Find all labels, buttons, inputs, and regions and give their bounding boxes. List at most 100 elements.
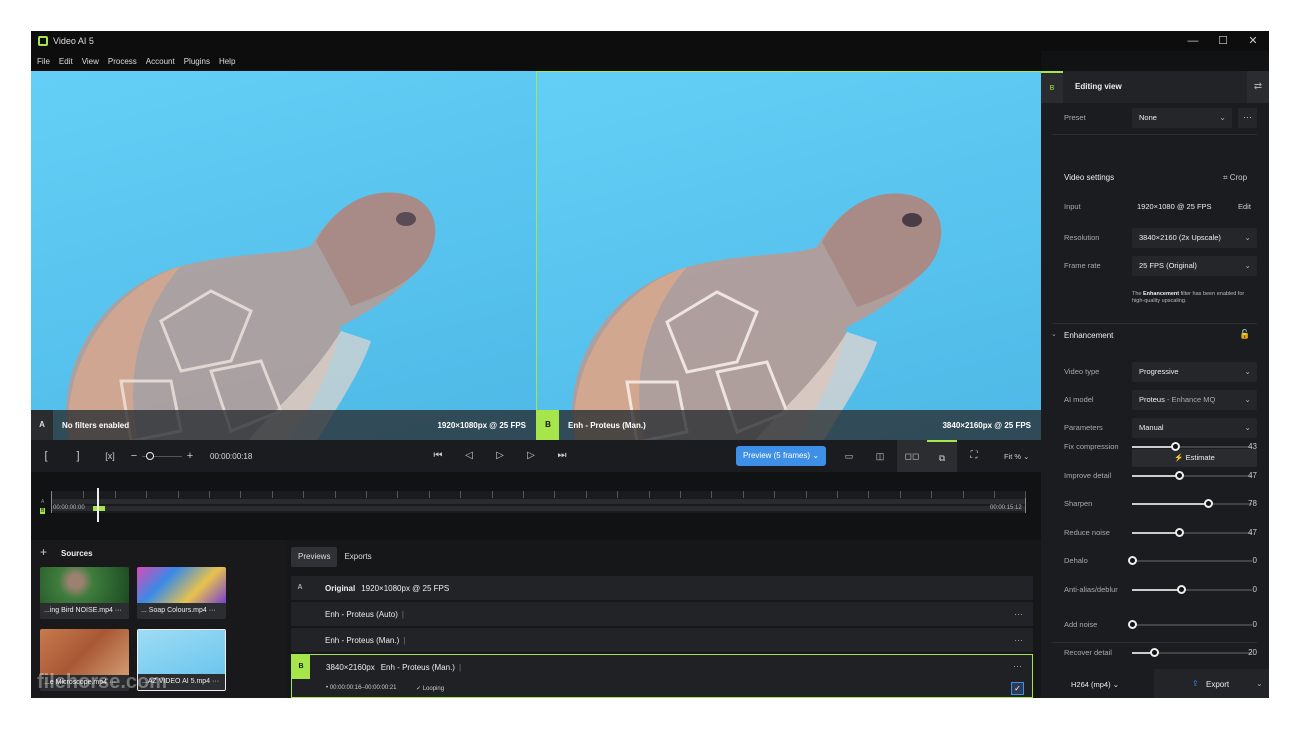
slider-track[interactable] <box>1128 620 1252 629</box>
split-view-icon[interactable]: ◫ <box>871 447 889 465</box>
slider-track[interactable] <box>1132 585 1252 594</box>
zoom-out-button[interactable]: − <box>125 447 143 465</box>
skip-end-icon[interactable]: ⏭ <box>553 447 571 465</box>
menu-account[interactable]: Account <box>146 57 175 66</box>
enhancement-title[interactable]: Enhancement <box>1064 331 1113 340</box>
slider-track[interactable] <box>1132 442 1252 451</box>
fullscreen-icon[interactable]: ⛶ <box>965 447 983 465</box>
preset-more-icon[interactable]: ··· <box>1238 108 1257 128</box>
preset-select[interactable]: None ⌄ <box>1132 108 1232 128</box>
viewer-a-label: No filters enabled <box>62 420 130 430</box>
slider-label: Fix compression <box>1064 442 1119 451</box>
timeline[interactable]: A B 00:00:00:00 00:00:15:12 <box>31 472 1041 540</box>
source-name: ... Soap Colours.mp4 ··· <box>137 603 226 619</box>
mark-out-button[interactable]: ] <box>69 447 87 465</box>
timeline-tick <box>271 491 273 498</box>
title-bar: Video AI 5 — ☐ ✕ <box>31 31 1269 51</box>
collapse-chevron-icon[interactable]: ⌄ <box>1051 330 1057 338</box>
slider-track[interactable] <box>1132 471 1252 480</box>
preset-label: Preset <box>1064 113 1086 122</box>
viewer-pane-b[interactable]: B Enh - Proteus (Man.) 3840×2160px @ 25 … <box>536 71 1041 440</box>
playhead[interactable] <box>96 488 99 522</box>
timeline-tick <box>680 491 681 498</box>
aimodel-select[interactable]: Proteus - Enhance MQ ⌄ <box>1132 390 1257 410</box>
source-thumb-hummingbird[interactable]: ...ing Bird NOISE.mp4 ··· <box>40 567 129 619</box>
preview-row-auto[interactable]: Enh - Proteus (Auto) | ··· <box>291 602 1033 626</box>
input-edit-button[interactable]: Edit <box>1238 202 1251 211</box>
preview-row-manual[interactable]: Enh - Proteus (Man.) | ··· <box>291 628 1033 652</box>
timeline-tick <box>303 491 305 498</box>
thumbnail-image <box>137 567 226 603</box>
menu-plugins[interactable]: Plugins <box>184 57 210 66</box>
menu-process[interactable]: Process <box>108 57 137 66</box>
menu-view[interactable]: View <box>82 57 99 66</box>
tab-exports[interactable]: Exports <box>337 547 378 567</box>
menu-edit[interactable]: Edit <box>59 57 73 66</box>
fit-zoom-select[interactable]: Fit % ⌄ <box>1004 452 1029 461</box>
slider-knob[interactable] <box>1149 648 1159 657</box>
timeline-tick <box>805 491 807 498</box>
swap-icon[interactable]: ⇄ <box>1247 71 1269 103</box>
preview-row-original[interactable]: A Original 1920×1080px @ 25 FPS <box>291 576 1033 600</box>
slider-knob[interactable] <box>1203 499 1213 508</box>
single-view-icon[interactable]: ▭ <box>840 447 858 465</box>
slider-track[interactable] <box>1132 528 1252 537</box>
preview-button[interactable]: Preview (5 frames) ⌄ <box>736 446 826 466</box>
crop-button[interactable]: ⌗ Crop <box>1223 173 1247 183</box>
preview-range-marker[interactable] <box>92 506 105 511</box>
source-thumb-soap[interactable]: ... Soap Colours.mp4 ··· <box>137 567 226 619</box>
slider-track[interactable] <box>1132 499 1252 508</box>
more-icon[interactable]: ··· <box>1013 661 1022 671</box>
maximize-button[interactable]: ☐ <box>1208 31 1238 51</box>
input-label: Input <box>1064 202 1081 211</box>
editing-panel: B Editing view ⇄ Preset None ⌄ ··· Video … <box>1041 71 1269 698</box>
framerate-row: Frame rate 25 FPS (Original) ⌄ <box>1041 254 1269 278</box>
more-icon[interactable]: ··· <box>1014 609 1023 619</box>
resolution-select[interactable]: 3840×2160 (2x Upscale) ⌄ <box>1132 228 1257 248</box>
slider-knob[interactable] <box>1171 442 1181 451</box>
zoom-in-button[interactable]: + <box>181 447 199 465</box>
timeline-end: 00:00:15:12 <box>990 505 1022 511</box>
panel-title: Editing view <box>1075 82 1122 91</box>
zoom-slider[interactable] <box>142 452 182 460</box>
more-icon[interactable]: ··· <box>1014 635 1023 645</box>
menu-file[interactable]: File <box>37 57 50 66</box>
timeline-tick <box>83 491 85 498</box>
looping-label: ✓ Looping <box>416 686 445 692</box>
videotype-select[interactable]: Progressive ⌄ <box>1132 362 1257 382</box>
timeline-track[interactable] <box>51 488 1027 522</box>
clear-marks-button[interactable]: [x] <box>99 447 121 465</box>
minimize-button[interactable]: — <box>1178 31 1208 51</box>
framerate-select[interactable]: 25 FPS (Original) ⌄ <box>1132 256 1257 276</box>
select-checkbox[interactable]: ✓ <box>1011 682 1024 695</box>
prev-frame-icon[interactable]: ◁ <box>460 447 478 465</box>
add-source-button[interactable]: + <box>40 545 47 559</box>
lock-icon[interactable]: 🔓 <box>1239 329 1250 340</box>
tab-previews[interactable]: Previews <box>291 547 338 567</box>
slider-track[interactable] <box>1132 648 1252 657</box>
close-button[interactable]: ✕ <box>1238 31 1268 51</box>
export-options-chevron-icon[interactable]: ⌄ <box>1256 669 1269 698</box>
mark-in-button[interactable]: [ <box>37 447 55 465</box>
slider-knob[interactable] <box>1177 585 1187 594</box>
bottom-panels: + Sources ...ing Bird NOISE.mp4 ··· ... … <box>31 540 1041 698</box>
format-select[interactable]: H264 (mp4) ⌄ <box>1071 680 1119 689</box>
viewer-pane-a[interactable]: A No filters enabled 1920×1080px @ 25 FP… <box>31 71 536 440</box>
compare-view-icon[interactable]: ⧉ <box>927 440 957 472</box>
slider-knob[interactable] <box>1174 471 1184 480</box>
slider-knob[interactable] <box>1128 620 1137 629</box>
export-button[interactable]: ⇪ Export <box>1154 669 1256 698</box>
slider-row: Anti-alias/deblur 0 <box>1041 578 1269 602</box>
menu-help[interactable]: Help <box>219 57 235 66</box>
skip-start-icon[interactable]: ⏮ <box>429 447 447 465</box>
slider-track[interactable] <box>1128 556 1252 565</box>
zoom-slider-knob[interactable] <box>146 452 154 460</box>
preview-row-selected[interactable]: B 3840×2160px Enh - Proteus (Man.) | ···… <box>291 654 1033 698</box>
slider-knob[interactable] <box>1174 528 1184 537</box>
side-by-side-view-icon[interactable]: ◻◻ <box>897 440 927 472</box>
slider-knob[interactable] <box>1128 556 1137 565</box>
play-icon[interactable]: ▷ <box>491 447 509 465</box>
export-label: Export <box>1206 680 1230 689</box>
next-frame-icon[interactable]: ▷ <box>522 447 540 465</box>
timeline-tick <box>931 491 933 498</box>
